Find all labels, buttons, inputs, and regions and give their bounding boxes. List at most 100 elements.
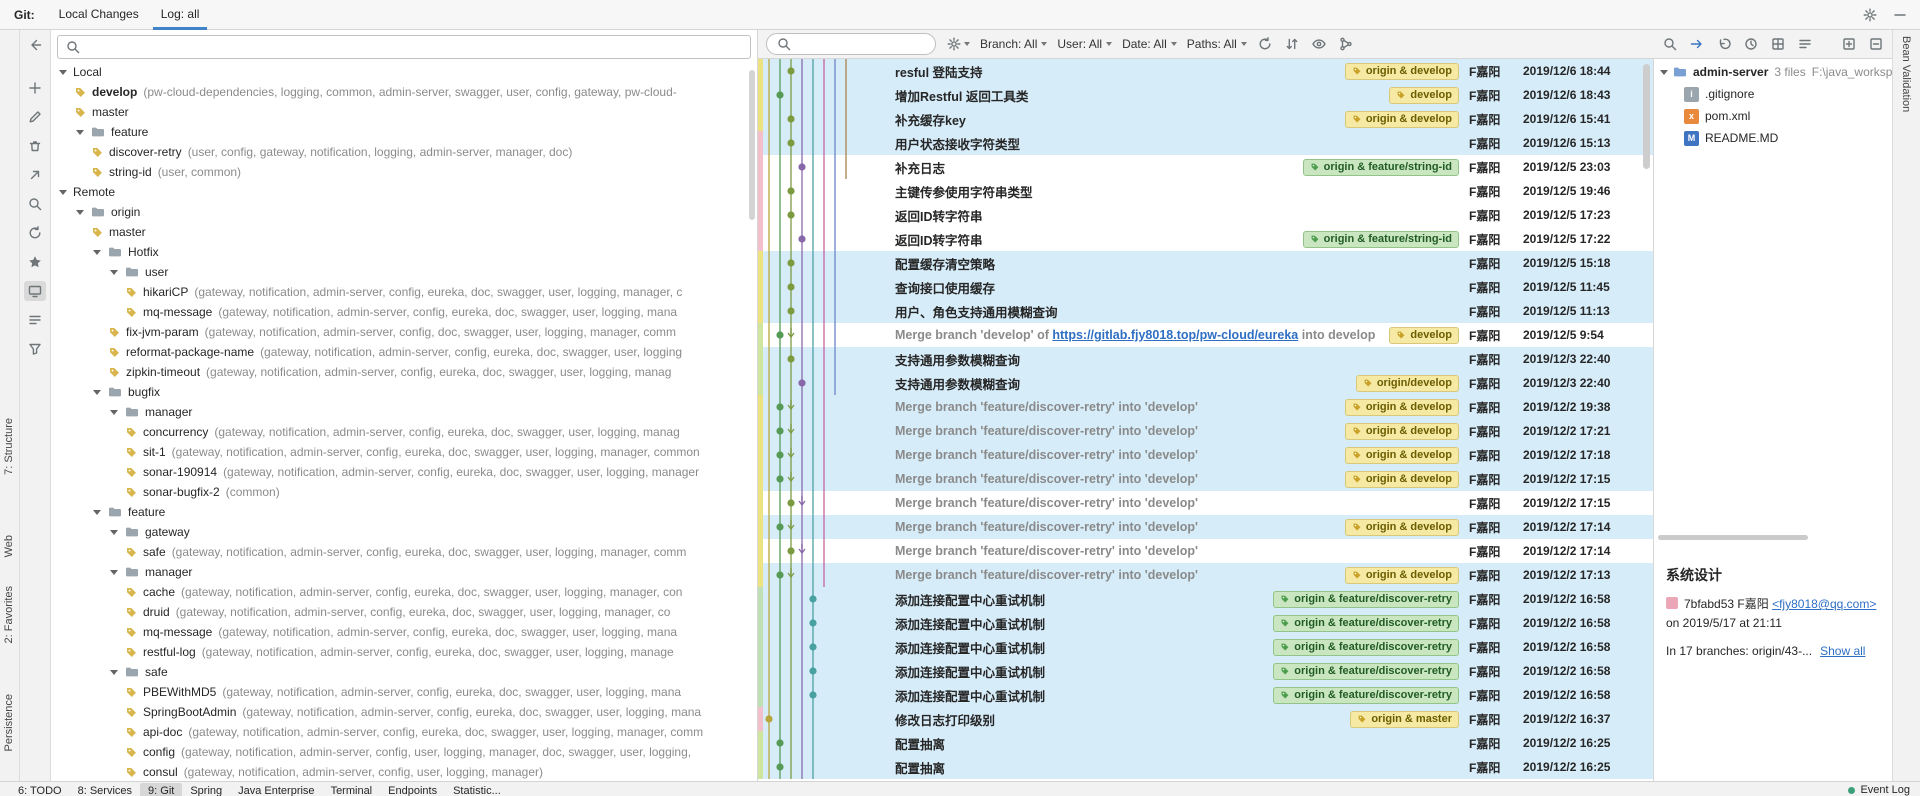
show-all-link[interactable]: Show all	[1820, 644, 1865, 658]
branch-tree-group-safe[interactable]: safe	[51, 662, 749, 682]
commit-row[interactable]: 配置抽离F嘉阳2019/12/2 16:25	[758, 755, 1653, 779]
commit-row[interactable]: Merge branch 'feature/discover-retry' in…	[758, 395, 1653, 419]
branch-tree-group-manager[interactable]: manager	[51, 402, 749, 422]
settings-icon[interactable]	[1862, 7, 1878, 23]
branch-tree-group-gateway[interactable]: gateway	[51, 522, 749, 542]
branch-label-pill[interactable]: origin & develop	[1345, 567, 1459, 584]
chevron-down-icon[interactable]	[59, 70, 67, 75]
branch-label-pill[interactable]: origin & feature/string-id	[1303, 231, 1459, 248]
branch-search-input[interactable]	[87, 39, 743, 55]
history-icon[interactable]	[1743, 36, 1759, 52]
commit-row[interactable]: 主键传参使用字符串类型F嘉阳2019/12/5 19:46	[758, 179, 1653, 203]
add-button[interactable]	[24, 78, 46, 98]
commit-row[interactable]: Merge branch 'feature/discover-retry' in…	[758, 467, 1653, 491]
commit-row[interactable]: Merge branch 'feature/discover-retry' in…	[758, 563, 1653, 587]
tab-local-changes[interactable]: Local Changes	[49, 0, 149, 30]
branch-tree-item-mq-message[interactable]: mq-message(gateway, notification, admin-…	[51, 622, 749, 642]
scrollbar-thumb[interactable]	[749, 70, 755, 220]
statusbar-button-9-git[interactable]: 9: Git	[140, 783, 182, 796]
toolwindow-button-persistence[interactable]: Persistence	[3, 694, 15, 751]
commit-row[interactable]: Merge branch 'feature/discover-retry' in…	[758, 443, 1653, 467]
rollback-icon[interactable]	[1716, 36, 1732, 52]
commit-row[interactable]: Merge branch 'feature/discover-retry' in…	[758, 491, 1653, 515]
branch-label-pill[interactable]: origin & develop	[1345, 423, 1459, 440]
branch-tree-group-remote[interactable]: Remote	[51, 182, 749, 202]
statusbar-button-terminal[interactable]: Terminal	[323, 783, 381, 796]
chevron-down-icon[interactable]	[76, 130, 84, 135]
branch-label-pill[interactable]: origin & feature/discover-retry	[1273, 591, 1459, 608]
branch-label-pill[interactable]: origin & feature/string-id	[1303, 159, 1459, 176]
branch-tree-group-hotfix[interactable]: Hotfix	[51, 242, 749, 262]
branch-label-pill[interactable]: origin & master	[1350, 711, 1459, 728]
push-button[interactable]	[24, 165, 46, 185]
branch-label-pill[interactable]: origin & feature/discover-retry	[1273, 639, 1459, 656]
expand-all-icon[interactable]	[1841, 36, 1857, 52]
commit-row[interactable]: 用户状态接收字符类型F嘉阳2019/12/6 15:13	[758, 131, 1653, 155]
search-settings-button[interactable]	[946, 36, 970, 52]
branch-tree-item-springbootadmin[interactable]: SpringBootAdmin(gateway, notification, a…	[51, 702, 749, 722]
branch-tree-item-mq-message[interactable]: mq-message(gateway, notification, admin-…	[51, 302, 749, 322]
chevron-down-icon[interactable]	[1660, 70, 1668, 75]
branch-tree-item-config[interactable]: config(gateway, notification, admin-serv…	[51, 742, 749, 762]
commit-row[interactable]: 支持通用参数模糊查询F嘉阳2019/12/3 22:40	[758, 347, 1653, 371]
intelli-sort-icon[interactable]	[1284, 36, 1300, 52]
branch-tree-group-feature[interactable]: feature	[51, 122, 749, 142]
branch-tree-item-pbewithmd5[interactable]: PBEWithMD5(gateway, notification, admin-…	[51, 682, 749, 702]
branch-tree-item-restful-log[interactable]: restful-log(gateway, notification, admin…	[51, 642, 749, 662]
branch-label-pill[interactable]: origin & develop	[1345, 471, 1459, 488]
branch-tree-item-consul[interactable]: consul(gateway, notification, admin-serv…	[51, 762, 749, 781]
branch-tree-item-sonar-bugfix-2[interactable]: sonar-bugfix-2(common)	[51, 482, 749, 502]
group-by-icon[interactable]	[1797, 36, 1813, 52]
commit-row[interactable]: Merge branch 'feature/discover-retry' in…	[758, 419, 1653, 443]
toolwindow-button-bean-validation[interactable]: Bean Validation	[1900, 36, 1912, 112]
hide-panel-icon[interactable]	[1892, 7, 1908, 23]
branch-search-field[interactable]	[57, 35, 751, 59]
chevron-down-icon[interactable]	[110, 270, 118, 275]
commit-row[interactable]: 添加连接配置中心重试机制origin & feature/discover-re…	[758, 659, 1653, 683]
commit-row[interactable]: Merge branch 'feature/discover-retry' in…	[758, 515, 1653, 539]
statusbar-button-8-services[interactable]: 8: Services	[70, 783, 140, 796]
commit-author-email-link[interactable]: <fjy8018@qq.com>	[1772, 597, 1876, 611]
delete-button[interactable]	[24, 136, 46, 156]
commit-row[interactable]: 添加连接配置中心重试机制origin & feature/discover-re…	[758, 683, 1653, 707]
navigate-icon[interactable]	[1689, 36, 1705, 52]
chevron-down-icon[interactable]	[76, 210, 84, 215]
refresh-log-icon[interactable]	[1257, 36, 1273, 52]
console-button[interactable]	[24, 281, 46, 301]
commit-row[interactable]: 配置缓存清空策略F嘉阳2019/12/5 15:18	[758, 251, 1653, 275]
branch-label-pill[interactable]: origin/develop	[1356, 375, 1459, 392]
commit-row[interactable]: 增加Restful 返回工具类developF嘉阳2019/12/6 18:43	[758, 83, 1653, 107]
branch-label-pill[interactable]: develop	[1389, 87, 1459, 104]
chevron-down-icon[interactable]	[93, 390, 101, 395]
refresh-button[interactable]	[24, 223, 46, 243]
filter-date[interactable]: Date: All	[1122, 37, 1177, 51]
chevron-down-icon[interactable]	[93, 510, 101, 515]
statusbar-button-6-todo[interactable]: 6: TODO	[10, 783, 70, 796]
find-icon[interactable]	[1662, 36, 1678, 52]
branch-label-pill[interactable]: develop	[1389, 327, 1459, 344]
branch-tree-group-bugfix[interactable]: bugfix	[51, 382, 749, 402]
commit-row[interactable]: 返回ID转字符串F嘉阳2019/12/5 17:23	[758, 203, 1653, 227]
branch-tree-item-string-id[interactable]: string-id(user, common)	[51, 162, 749, 182]
commit-row[interactable]: 返回ID转字符串origin & feature/string-idF嘉阳201…	[758, 227, 1653, 251]
branch-label-pill[interactable]: origin & develop	[1345, 519, 1459, 536]
statusbar-button-spring[interactable]: Spring	[182, 783, 230, 796]
branch-tree-item-druid[interactable]: druid(gateway, notification, admin-serve…	[51, 602, 749, 622]
collapse-all-icon[interactable]	[1868, 36, 1884, 52]
commit-row[interactable]: 补充日志origin & feature/string-idF嘉阳2019/12…	[758, 155, 1653, 179]
filter-paths[interactable]: Paths: All	[1187, 37, 1247, 51]
changed-files-root[interactable]: admin-server3 filesF:\java_worksp...	[1654, 61, 1892, 83]
branch-label-pill[interactable]: origin & develop	[1345, 447, 1459, 464]
statusbar-button-statistic[interactable]: Statistic...	[445, 783, 509, 796]
scrollbar-thumb[interactable]	[1658, 535, 1808, 540]
branch-tree-group-local[interactable]: Local	[51, 62, 749, 82]
branch-tree-item-hikaricp[interactable]: hikariCP(gateway, notification, admin-se…	[51, 282, 749, 302]
chevron-down-icon[interactable]	[93, 250, 101, 255]
chevron-down-icon[interactable]	[110, 410, 118, 415]
filter-button[interactable]	[24, 339, 46, 359]
branch-tree-group-manager[interactable]: manager	[51, 562, 749, 582]
branch-tree-item-safe[interactable]: safe(gateway, notification, admin-server…	[51, 542, 749, 562]
branch-tree-group-feature[interactable]: feature	[51, 502, 749, 522]
branch-tree-item-master[interactable]: master	[51, 222, 749, 242]
details-view-button[interactable]	[24, 310, 46, 330]
